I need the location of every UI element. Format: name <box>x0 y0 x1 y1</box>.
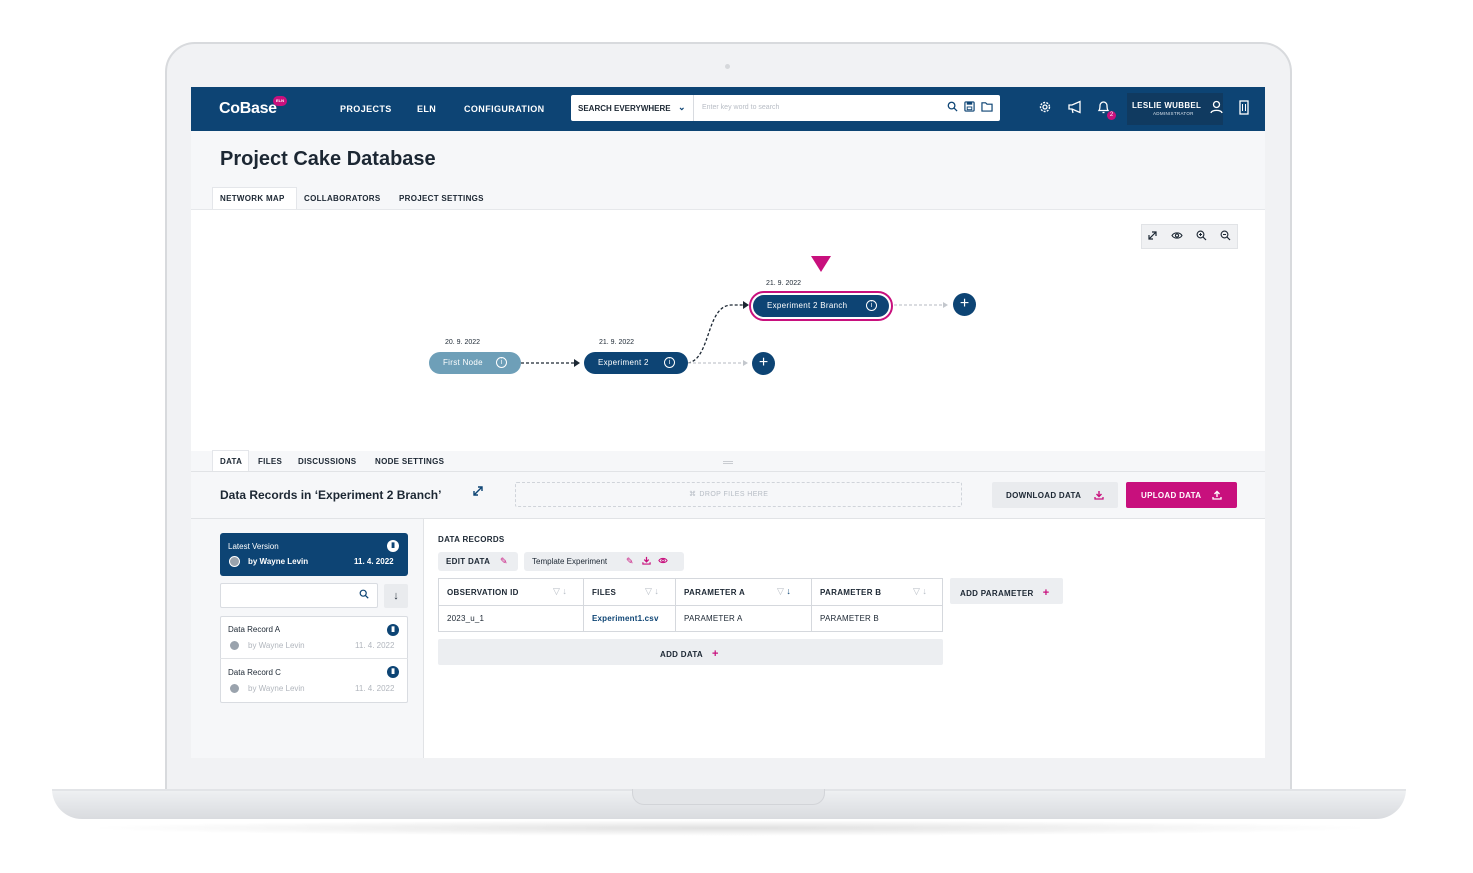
edit-data-button[interactable]: EDIT DATA ✎ <box>438 552 518 571</box>
table-cell: 2023_u_1 <box>447 614 485 623</box>
node-tab-node-settings[interactable]: NODE SETTINGS <box>375 457 444 466</box>
add-data-button[interactable]: ADD DATA + <box>438 639 943 665</box>
node-tab-data[interactable]: DATA <box>220 457 242 466</box>
latest-version-date: 11. 4. 2022 <box>354 557 394 566</box>
edge-arrowhead <box>574 359 580 367</box>
row-divider <box>438 605 943 606</box>
laptop-notch <box>632 789 825 805</box>
info-icon[interactable]: i <box>866 300 877 311</box>
download-label: DOWNLOAD DATA <box>1006 491 1082 500</box>
zoom-out-icon[interactable] <box>1220 230 1231 244</box>
node-date: 21. 9. 2022 <box>766 280 802 287</box>
version-filter-input[interactable] <box>220 583 378 608</box>
add-node-button[interactable]: + <box>953 293 976 316</box>
add-node-button[interactable]: + <box>752 352 775 375</box>
avatar <box>229 683 240 694</box>
add-parameter-label: ADD PARAMETER <box>960 589 1034 598</box>
template-label: Template Experiment <box>532 557 608 566</box>
dropzone-label: ⌘ DROP FILES HERE <box>689 491 769 498</box>
selected-node-marker <box>811 256 831 272</box>
info-icon[interactable]: i <box>664 357 675 368</box>
version-item-name[interactable]: Data Record C <box>228 668 281 677</box>
paperclip-icon: ⌘ <box>689 491 697 498</box>
laptop-camera <box>725 64 730 69</box>
filter-sort-icons[interactable]: ▽ ↓ <box>913 586 927 597</box>
column-header[interactable]: OBSERVATION ID <box>447 588 519 597</box>
pencil-icon[interactable]: ✎ <box>626 556 634 567</box>
node-tab-discussions[interactable]: DISCUSSIONS <box>298 457 356 466</box>
node-label: First Node <box>443 358 483 367</box>
info-icon[interactable]: i <box>496 357 507 368</box>
table-cell: PARAMETER A <box>684 614 743 623</box>
data-records-label: DATA RECORDS <box>438 535 505 544</box>
add-data-label: ADD DATA <box>660 650 703 659</box>
version-item-date: 11. 4. 2022 <box>355 641 395 650</box>
download-icon <box>1094 490 1104 502</box>
fullscreen-icon[interactable] <box>1147 230 1158 244</box>
filter-sort-icons[interactable]: ▽ ↓ <box>553 586 567 597</box>
edge-exp2-to-branch <box>687 304 743 364</box>
latest-version-author: by Wayne Levin <box>248 557 309 566</box>
document-icon: ▮ <box>387 540 399 552</box>
node-first-node[interactable]: First Node i <box>429 352 521 374</box>
upload-icon <box>1212 490 1222 502</box>
laptop-shadow <box>80 820 1380 836</box>
column-header[interactable]: FILES <box>592 588 616 597</box>
add-parameter-button[interactable]: ADD PARAMETER + <box>950 578 1063 604</box>
column-header[interactable]: PARAMETER B <box>820 588 881 597</box>
version-item-date: 11. 4. 2022 <box>355 684 395 693</box>
node-experiment-2[interactable]: Experiment 2 i <box>584 352 688 374</box>
download-icon[interactable] <box>642 556 651 567</box>
avatar <box>229 556 240 567</box>
upload-data-button[interactable]: UPLOAD DATA <box>1126 482 1237 508</box>
list-divider <box>220 658 408 659</box>
template-chip[interactable]: Template Experiment ✎ <box>524 552 684 571</box>
zoom-in-icon[interactable] <box>1196 230 1207 244</box>
file-link[interactable]: Experiment1.csv <box>592 614 659 623</box>
sort-active-icon: ↓ <box>786 586 791 596</box>
expand-icon[interactable] <box>472 485 484 500</box>
version-item-name[interactable]: Data Record A <box>228 625 280 634</box>
node-tab-files[interactable]: FILES <box>258 457 282 466</box>
eye-icon[interactable] <box>658 556 668 567</box>
upload-label: UPLOAD DATA <box>1141 491 1202 500</box>
pencil-icon: ✎ <box>500 556 508 566</box>
latest-version-card[interactable] <box>220 533 408 576</box>
edge-arrowhead <box>743 360 748 366</box>
resize-handle[interactable] <box>723 461 733 464</box>
filter-sort-icons[interactable]: ▽ ↓ <box>777 586 791 597</box>
document-icon: ▮ <box>387 624 399 636</box>
latest-version-title: Latest Version <box>228 542 279 551</box>
node-date: 21. 9. 2022 <box>599 339 635 346</box>
table-cell: PARAMETER B <box>820 614 879 623</box>
version-item-author: by Wayne Levin <box>248 684 305 693</box>
document-icon: ▮ <box>387 666 399 678</box>
eye-icon[interactable] <box>1171 230 1183 244</box>
avatar <box>229 640 240 651</box>
node-experiment-2-branch[interactable]: Experiment 2 Branch i <box>753 295 889 317</box>
node-date: 20. 9. 2022 <box>445 339 481 346</box>
download-data-button[interactable]: DOWNLOAD DATA <box>992 482 1118 508</box>
edit-data-label: EDIT DATA <box>446 557 491 566</box>
edge-arrowhead <box>943 302 948 308</box>
column-header[interactable]: PARAMETER A <box>684 588 745 597</box>
filter-sort-icons[interactable]: ▽ ↓ <box>645 586 659 597</box>
node-label: Experiment 2 Branch <box>767 301 848 310</box>
network-map-edges <box>521 301 948 367</box>
plus-icon: + <box>1036 587 1050 599</box>
records-title: Data Records in ‘Experiment 2 Branch’ <box>220 488 442 502</box>
plus-icon: + <box>705 648 719 660</box>
app-screen: CoBase ELN PROJECTS ELN CONFIGURATION SE… <box>191 87 1265 758</box>
version-item-author: by Wayne Levin <box>248 641 305 650</box>
search-icon[interactable] <box>359 589 369 602</box>
node-label: Experiment 2 <box>598 358 649 367</box>
sort-down-button[interactable]: ↓ <box>384 584 408 608</box>
